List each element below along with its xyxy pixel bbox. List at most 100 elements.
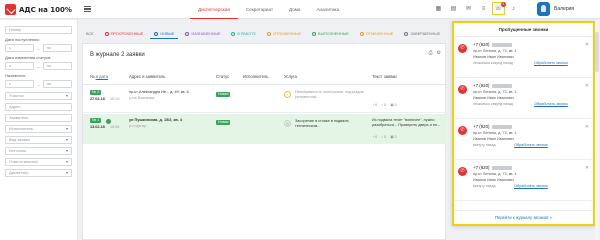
list-icon[interactable]: ≡ xyxy=(479,4,488,13)
col-text[interactable]: Текст заявки xyxy=(372,74,397,79)
menu-icon[interactable] xyxy=(84,6,91,12)
comments-count: ◔ 0 xyxy=(372,103,378,107)
dispatcher-select[interactable]: Диспетчер xyxy=(5,169,72,177)
close-icon[interactable]: ✕ xyxy=(585,124,589,130)
logo-mark-icon xyxy=(5,4,16,15)
user-name: Валерия xyxy=(554,6,575,12)
journal-panel: В журнале 2 заявки ⎙ ⚙ № и дата Адрес и … xyxy=(82,43,447,240)
range-dash: – xyxy=(37,81,40,87)
col-executor[interactable]: Исполнитель xyxy=(243,74,268,79)
missed-calls-icon[interactable]: ☏ 4 xyxy=(492,2,506,15)
request-number: № 1 xyxy=(90,118,102,123)
area-select[interactable]: Участок xyxy=(5,92,72,100)
filters-panel: Номер Дата поступления: с – по Дата изме… xyxy=(0,20,78,240)
mail-icon[interactable]: ✉ xyxy=(464,4,473,13)
calls-journal-link[interactable]: Перейти к журналу звонков » xyxy=(454,210,593,224)
col-address[interactable]: Адрес и заявитель xyxy=(129,74,165,79)
journal-actions: ⎙ ⚙ xyxy=(429,50,442,56)
tab-completed[interactable]: ЗАВЕРШЁННЫЕ xyxy=(400,29,444,39)
tab-assigned[interactable]: НАЗНАЧЕННЫЕ xyxy=(181,29,224,39)
scroll-thumb[interactable] xyxy=(595,32,599,72)
main-nav: Диспетчерская Секретариат Дома Аналитика xyxy=(190,0,347,19)
process-call-link[interactable]: Обработать звонок xyxy=(514,143,548,147)
nav-dispatch[interactable]: Диспетчерская xyxy=(190,0,238,19)
executor-select[interactable]: Исполнитель xyxy=(5,125,72,133)
date-status-to[interactable]: по xyxy=(42,62,73,70)
call-address: пр-кт Ленина, д. 73, кв. 1 xyxy=(473,131,517,135)
call-phone: +7 (920) xyxy=(473,124,490,129)
process-call-link[interactable]: Обработать звонок xyxy=(514,184,548,188)
col-service[interactable]: Услуга xyxy=(284,74,297,79)
assigned-from[interactable]: с xyxy=(5,80,35,88)
close-icon[interactable]: ✕ xyxy=(585,165,589,171)
tab-all[interactable]: ВСЕ xyxy=(82,29,98,39)
app-logo[interactable]: АДС на 100% xyxy=(5,4,72,15)
tab-overdue[interactable]: ПРОСРОЧЕННЫЕ xyxy=(101,29,148,39)
tab-canceled[interactable]: ОТМЕНЁННЫЕ xyxy=(356,29,398,39)
photos-count: ▣ 0 xyxy=(390,103,397,107)
call-phone: +7 (920) xyxy=(473,83,490,88)
table-row[interactable]: № 2 27.02.18 15:29 пр-кт Александра Не..… xyxy=(83,86,447,113)
request-date: 27.02.18 xyxy=(90,97,105,101)
missed-calls-title: Пропущенные звонки xyxy=(454,23,593,37)
request-stats: ◔ 0 ⌕ 0 ▣ 0 xyxy=(372,135,397,139)
nav-secretariat[interactable]: Секретариат xyxy=(238,0,281,19)
request-address[interactable]: ул Пушкинская, д. 15/2, кв. 4 xyxy=(129,118,213,123)
call-address: пр-кт Ленина, д. 73, кв. 1 xyxy=(473,172,517,176)
call-time: минуту назад xyxy=(473,143,496,147)
status-dot-icon xyxy=(267,32,272,36)
request-time: 15:29 xyxy=(110,97,120,101)
request-time: 15:54 xyxy=(110,125,120,129)
nav-analytics[interactable]: Аналитика xyxy=(308,0,347,19)
settings-icon[interactable]: ⚙ xyxy=(437,50,441,56)
col-number[interactable]: № и дата xyxy=(90,74,108,79)
calls-badge: 4 xyxy=(501,2,506,7)
missed-call-item: ✆ +7 (920) пр-кт Ленина, д. 73, кв. 1 Ив… xyxy=(454,120,593,160)
bell-icon[interactable]: ♪ xyxy=(509,4,518,13)
call-address: пр-кт Ленина, д. 73, кв. 1 xyxy=(473,49,517,53)
tab-in-progress[interactable]: В РАБОТЕ xyxy=(227,29,260,39)
col-status[interactable]: Статус xyxy=(216,74,229,79)
photos-count: ▣ 0 xyxy=(390,135,397,139)
source-select[interactable]: Источник xyxy=(5,147,72,155)
status-dot-icon xyxy=(312,32,317,36)
tab-new[interactable]: НОВЫЕ xyxy=(150,29,179,39)
assigned-to[interactable]: по xyxy=(42,80,73,88)
date-received-to[interactable]: по xyxy=(42,44,73,52)
missed-call-icon: ✆ xyxy=(458,85,467,94)
close-icon[interactable]: ✕ xyxy=(585,83,589,89)
date-status-from[interactable]: с xyxy=(5,62,35,70)
status-badge: Новая xyxy=(216,92,231,97)
document-icon[interactable]: ▤ xyxy=(449,4,458,13)
process-call-link[interactable]: Обработать звонок xyxy=(534,102,568,106)
missed-call-icon: ✆ xyxy=(458,126,467,135)
tab-done[interactable]: ВЫПОЛНЕННЫЕ xyxy=(308,29,353,39)
responsible-select[interactable]: Ответственный xyxy=(5,158,72,166)
request-applicant: р-на Блинкова xyxy=(129,96,155,100)
process-call-link[interactable]: Обработать звонок xyxy=(534,61,568,65)
nav-houses[interactable]: Дома xyxy=(281,0,308,19)
range-dash: – xyxy=(37,45,40,51)
page-scrollbar[interactable] xyxy=(595,20,599,240)
missed-call-item: ✆ +7 (920) пр-кт Ленина, д. 73, кв. 1 Ив… xyxy=(454,79,593,119)
table-row[interactable]: № 1 13.02.18 15:54 ул Пушкинская, д. 15/… xyxy=(83,114,447,144)
comments-count: ◔ 0 xyxy=(372,135,378,139)
calendar-icon[interactable]: ▦ xyxy=(434,4,443,13)
avatar xyxy=(537,2,550,16)
check-icon xyxy=(106,119,111,124)
close-icon[interactable]: ✕ xyxy=(585,42,589,48)
top-bar: АДС на 100% Диспетчерская Секретариат До… xyxy=(0,0,600,19)
attachments-count: ⌕ 0 xyxy=(381,135,387,139)
applicant-input[interactable]: Заявитель xyxy=(5,114,72,122)
address-input[interactable]: Адрес xyxy=(5,103,72,111)
tab-postponed[interactable]: ОТЛОЖЕННЫЕ xyxy=(263,29,305,39)
date-received-from[interactable]: с xyxy=(5,44,35,52)
request-address[interactable]: пр-кт Александра Не... д. 49, кв. 6 xyxy=(129,90,211,95)
request-type-select[interactable]: Вид заявки xyxy=(5,136,72,144)
call-time: минуту назад xyxy=(473,184,496,188)
print-icon[interactable]: ⎙ xyxy=(429,50,433,56)
call-address: пр-кт Ленина, д. 73, кв. 1 xyxy=(473,90,517,94)
request-stats: ◔ 0 ⌕ 0 ▣ 0 xyxy=(372,103,397,107)
number-input[interactable]: Номер xyxy=(5,26,72,34)
user-menu[interactable]: Валерия xyxy=(537,2,574,16)
